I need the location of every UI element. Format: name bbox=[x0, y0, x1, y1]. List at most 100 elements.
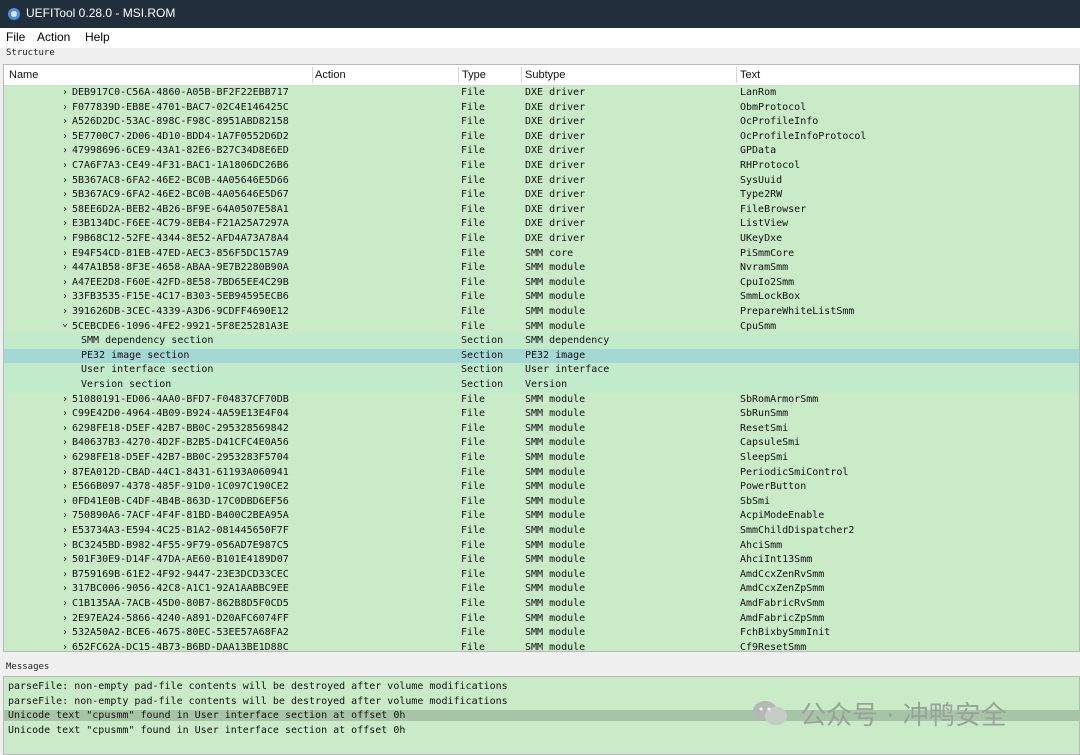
cell-subtype: SMM module bbox=[525, 510, 586, 522]
cell-subtype: DXE driver bbox=[525, 101, 586, 113]
cell-name: 6298FE18-D5EF-42B7-BB0C-295328569842 bbox=[72, 422, 289, 434]
tree-file-row[interactable]: › C99E42D0-4964-4B09-B924-4A59E13E4F04 Fil… bbox=[4, 407, 1079, 422]
cell-text: UKeyDxe bbox=[740, 233, 783, 244]
tree-file-row[interactable]: › B759169B-61E2-4F92-9447-23E3DCD33CEC Fil… bbox=[4, 568, 1079, 583]
tree-file-row[interactable]: › C7A6F7A3-CE49-4F31-BAC1-1A1806DC26B6 Fil… bbox=[4, 159, 1079, 174]
chevron-right-icon[interactable]: › bbox=[62, 276, 68, 291]
structure-tree[interactable]: Name Action Type Subtype Text › DEB917C0-… bbox=[3, 64, 1080, 652]
tree-file-row[interactable]: › 87EA012D-CBAD-44C1-8431-61193A060941 Fil… bbox=[4, 466, 1079, 481]
chevron-right-icon[interactable]: › bbox=[62, 553, 68, 568]
tree-file-row[interactable]: › 652FC62A-DC15-4B73-B6BD-DAA13BE1D88C Fil… bbox=[4, 641, 1079, 651]
tree-file-row[interactable]: › A526D2DC-53AC-898C-F98C-8951ABD82158 Fil… bbox=[4, 115, 1079, 130]
window-title: UEFITool 0.28.0 - MSI.ROM bbox=[26, 6, 176, 20]
tree-section-row[interactable]: Version section Section Version bbox=[4, 378, 1079, 393]
tree-file-row[interactable]: › E94F54CD-81EB-47ED-AEC3-856F5DC157A9 Fil… bbox=[4, 247, 1079, 262]
cell-name: C1B135AA-7ACB-45D0-80B7-862B8D5F0CD5 bbox=[72, 598, 289, 609]
tree-file-row[interactable]: › 6298FE18-D5EF-42B7-BB0C-2953283F5704 Fil… bbox=[4, 451, 1079, 466]
tree-header: Name Action Type Subtype Text bbox=[4, 65, 1079, 86]
tree-file-row[interactable]: › 0FD41E0B-C4DF-4B4B-863D-17C0DBD6EF56 Fil… bbox=[4, 495, 1079, 510]
cell-type: File bbox=[461, 306, 486, 317]
chevron-right-icon[interactable]: › bbox=[62, 422, 68, 437]
tree-file-row[interactable]: › 5B367AC9-6FA2-46E2-BC0B-4A05646E5D67 Fil… bbox=[4, 188, 1079, 203]
column-header-text[interactable]: Text bbox=[740, 69, 760, 81]
chevron-right-icon[interactable]: › bbox=[62, 203, 68, 218]
tree-file-row[interactable]: › 5B367AC8-6FA2-46E2-BC0B-4A05646E5D66 Fil… bbox=[4, 174, 1079, 189]
chevron-right-icon[interactable]: › bbox=[62, 466, 68, 481]
tree-section-row[interactable]: SMM dependency section Section SMM depende… bbox=[4, 334, 1079, 349]
tree-file-row[interactable]: › 750890A6-7ACF-4F4F-81BD-B400C2BEA95A Fil… bbox=[4, 509, 1079, 524]
tree-file-row[interactable]: › E566B097-4378-485F-91D0-1C097C190CE2 Fil… bbox=[4, 480, 1079, 495]
chevron-right-icon[interactable]: › bbox=[62, 509, 68, 524]
chevron-right-icon[interactable]: › bbox=[62, 174, 68, 189]
tree-file-row[interactable]: › 33FB3535-F15E-4C17-B303-5EB94595ECB6 Fil… bbox=[4, 290, 1079, 305]
chevron-right-icon[interactable]: › bbox=[62, 188, 68, 203]
tree-section-row[interactable]: User interface section Section User interf… bbox=[4, 363, 1079, 378]
tree-file-row[interactable]: › BC3245BD-B982-4F55-9F79-056AD7E987C5 Fil… bbox=[4, 539, 1079, 554]
cell-text: AhciInt13Smm bbox=[740, 554, 813, 566]
tree-file-row[interactable]: › A47EE2D8-F60E-42FD-8E58-7BD65EE4C29B Fil… bbox=[4, 276, 1079, 291]
chevron-right-icon[interactable]: › bbox=[62, 451, 68, 466]
tree-file-row[interactable]: › 6298FE18-D5EF-42B7-BB0C-295328569842 Fil… bbox=[4, 422, 1079, 437]
tree-file-row[interactable]: › C1B135AA-7ACB-45D0-80B7-862B8D5F0CD5 Fil… bbox=[4, 597, 1079, 612]
chevron-right-icon[interactable]: › bbox=[62, 495, 68, 510]
chevron-right-icon[interactable]: › bbox=[62, 130, 68, 145]
tree-file-row[interactable]: › 47998696-6CE9-43A1-82E6-B27C34D8E6ED Fil… bbox=[4, 144, 1079, 159]
tree-file-row[interactable]: › 447A1B58-8F3E-4658-ABAA-9E7B2280B90A Fil… bbox=[4, 261, 1079, 276]
cell-text: CpuIo2Smm bbox=[740, 276, 795, 288]
chevron-right-icon[interactable]: › bbox=[62, 261, 68, 276]
column-header-action[interactable]: Action bbox=[315, 69, 346, 81]
cell-subtype: SMM module bbox=[525, 583, 586, 595]
tree-file-row[interactable]: ⌄ 5CEBCDE6-1096-4FE2-9921-5F8E25281A3E Fil… bbox=[4, 317, 1079, 335]
chevron-right-icon[interactable]: › bbox=[62, 115, 68, 130]
tree-section-row[interactable]: PE32 image section Section PE32 image bbox=[4, 348, 1079, 364]
cell-name: 391626DB-3CEC-4339-A3D6-9CDFF4690E12 bbox=[72, 306, 289, 317]
chevron-right-icon[interactable]: › bbox=[62, 144, 68, 159]
tree-file-row[interactable]: › 317BC006-9056-42C8-A1C1-92A1AABBC9EE Fil… bbox=[4, 582, 1079, 597]
chevron-right-icon[interactable]: › bbox=[62, 539, 68, 554]
chevron-right-icon[interactable]: › bbox=[62, 582, 68, 597]
tree-file-row[interactable]: › 58EE6D2A-BEB2-4B26-BF9E-64A0507E58A1 Fil… bbox=[4, 203, 1079, 218]
chevron-right-icon[interactable]: › bbox=[62, 524, 68, 539]
chevron-right-icon[interactable]: › bbox=[62, 641, 68, 651]
chevron-right-icon[interactable]: › bbox=[62, 436, 68, 451]
chevron-right-icon[interactable]: › bbox=[62, 86, 68, 101]
tree-file-row[interactable]: › E53734A3-E594-4C25-B1A2-081445650F7F Fil… bbox=[4, 524, 1079, 539]
chevron-right-icon[interactable]: › bbox=[62, 597, 68, 612]
tree-file-row[interactable]: › F077839D-EB8E-4701-BAC7-02C4E146425C Fil… bbox=[4, 101, 1079, 116]
menu-help[interactable]: Help bbox=[85, 30, 110, 44]
tree-file-row[interactable]: › E3B134DC-F6EE-4C79-8EB4-F21A25A7297A Fil… bbox=[4, 217, 1079, 232]
message-line[interactable]: Unicode text "cpusmm" found in User inte… bbox=[8, 725, 405, 736]
chevron-right-icon[interactable]: › bbox=[62, 232, 68, 247]
menu-file[interactable]: File bbox=[6, 30, 25, 44]
tree-file-row[interactable]: › 5E7700C7-2D06-4D10-BDD4-1A7F0552D6D2 Fil… bbox=[4, 130, 1079, 145]
chevron-right-icon[interactable]: › bbox=[62, 217, 68, 232]
chevron-right-icon[interactable]: › bbox=[62, 101, 68, 116]
cell-subtype: DXE driver bbox=[525, 130, 586, 142]
tree-file-row[interactable]: › F9B68C12-52FE-4344-8E52-AFD4A73A78A4 Fil… bbox=[4, 232, 1079, 247]
chevron-right-icon[interactable]: › bbox=[62, 159, 68, 174]
chevron-right-icon[interactable]: › bbox=[62, 393, 68, 408]
chevron-right-icon[interactable]: › bbox=[62, 407, 68, 422]
tree-file-row[interactable]: › 532A50A2-BCE6-4675-80EC-53EE57A68FA2 Fil… bbox=[4, 626, 1079, 641]
chevron-right-icon[interactable]: › bbox=[62, 480, 68, 495]
chevron-right-icon[interactable]: › bbox=[62, 290, 68, 305]
tree-file-row[interactable]: › 391626DB-3CEC-4339-A3D6-9CDFF4690E12 Fil… bbox=[4, 305, 1079, 320]
chevron-right-icon[interactable]: › bbox=[62, 568, 68, 583]
chevron-right-icon[interactable]: › bbox=[62, 612, 68, 627]
tree-file-row[interactable]: › DEB917C0-C56A-4860-A05B-BF2F22EBB717 Fil… bbox=[4, 86, 1079, 101]
message-line[interactable]: parseFile: non-empty pad-file contents w… bbox=[8, 681, 508, 692]
cell-type: File bbox=[461, 627, 486, 639]
column-header-subtype[interactable]: Subtype bbox=[525, 69, 565, 81]
tree-file-row[interactable]: › 2E97EA24-5866-4240-A891-D20AFC6074FF Fil… bbox=[4, 612, 1079, 627]
tree-file-row[interactable]: › 51080191-ED06-4AA0-BFD7-F04837CF70DB Fil… bbox=[4, 393, 1079, 408]
message-line[interactable]: parseFile: non-empty pad-file contents w… bbox=[8, 696, 508, 707]
chevron-right-icon[interactable]: › bbox=[62, 247, 68, 262]
menu-action[interactable]: Action bbox=[37, 30, 70, 44]
cell-subtype: DXE driver bbox=[525, 160, 586, 171]
column-header-name[interactable]: Name bbox=[9, 69, 38, 81]
column-header-type[interactable]: Type bbox=[462, 69, 486, 81]
chevron-right-icon[interactable]: › bbox=[62, 626, 68, 641]
tree-file-row[interactable]: › B40637B3-4270-4D2F-B2B5-D41CFC4E0A56 Fil… bbox=[4, 436, 1079, 451]
chevron-down-icon[interactable]: ⌄ bbox=[62, 317, 68, 332]
tree-file-row[interactable]: › 501F30E9-D14F-47DA-AE60-B101E4189D07 Fil… bbox=[4, 553, 1079, 568]
